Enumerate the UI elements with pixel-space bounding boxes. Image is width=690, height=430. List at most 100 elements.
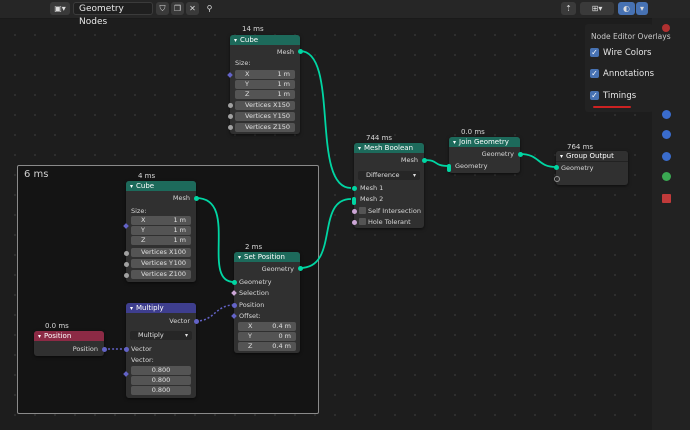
socket-input[interactable] (123, 272, 129, 278)
chevron-down-icon[interactable]: ▾ (38, 332, 41, 341)
output-label: Mesh (400, 156, 418, 164)
self-intersection-checkbox[interactable] (359, 207, 366, 214)
vertices-y-field[interactable]: Vertices Y 100 (131, 259, 191, 268)
chevron-down-icon[interactable]: ▾ (130, 182, 133, 191)
socket-input[interactable] (227, 113, 233, 119)
socket-input[interactable] (123, 250, 129, 256)
socket-input[interactable] (351, 208, 357, 214)
chevron-down-icon[interactable]: ▾ (453, 138, 456, 147)
field-value: 0.800 (151, 366, 171, 374)
vector-z-field[interactable]: 0.800 (131, 386, 191, 395)
node-header[interactable]: ▾ Mesh Boolean (354, 143, 424, 153)
input-label: Position (239, 301, 265, 309)
socket-input[interactable] (553, 175, 560, 182)
field-label: Vertices X (141, 248, 174, 256)
socket-input[interactable] (123, 261, 129, 267)
input-label: Mesh 1 (360, 184, 384, 192)
vertices-z-field[interactable]: Vertices Z 150 (235, 123, 295, 132)
socket-output[interactable] (297, 265, 303, 271)
size-label: Size: (131, 207, 147, 215)
vertices-x-field[interactable]: Vertices X 150 (235, 101, 295, 110)
node-header[interactable]: ▾ Group Output (556, 151, 628, 162)
vertices-z-field[interactable]: Vertices Z 100 (131, 270, 191, 279)
hole-tolerant-checkbox[interactable] (359, 218, 366, 225)
size-y-field[interactable]: Y 1 m (131, 226, 191, 235)
field-value: 0.800 (151, 376, 171, 384)
socket-output[interactable] (193, 195, 199, 201)
join-geometry-node[interactable]: ▾ Join Geometry Geometry Geometry (449, 137, 520, 173)
chevron-down-icon[interactable]: ▾ (238, 253, 241, 262)
socket-input[interactable] (553, 164, 559, 170)
socket-output[interactable] (101, 346, 107, 352)
socket-output[interactable] (421, 157, 427, 163)
set-position-node[interactable]: ▾ Set Position Geometry Geometry Selectio… (234, 252, 300, 353)
node-title: Multiply (136, 304, 164, 312)
operation-dropdown[interactable]: Difference ▾ (358, 171, 420, 180)
output-label: Mesh (276, 48, 294, 56)
node-timing: 2 ms (245, 243, 263, 251)
offset-y-field[interactable]: Y 0 m (238, 332, 296, 341)
socket-output[interactable] (297, 48, 303, 54)
socket-output[interactable] (517, 151, 523, 157)
node-header[interactable]: ▾ Cube (230, 35, 300, 45)
mesh-boolean-node[interactable]: ▾ Mesh Boolean Mesh Difference ▾ Mesh 1 Me… (354, 143, 424, 228)
node-title: Mesh Boolean (364, 144, 414, 152)
size-x-field[interactable]: X 1 m (131, 216, 191, 225)
field-label: Vertices Y (141, 259, 173, 267)
offset-x-field[interactable]: X 0.4 m (238, 322, 296, 331)
node-header[interactable]: ▾ Set Position (234, 252, 300, 262)
chevron-down-icon[interactable]: ▾ (560, 152, 563, 161)
socket-input[interactable] (351, 185, 357, 191)
link-join-output[interactable] (519, 153, 557, 168)
chevron-down-icon[interactable]: ▾ (130, 304, 133, 313)
socket-input[interactable] (231, 302, 237, 308)
node-header[interactable]: ▾ Join Geometry (449, 137, 520, 147)
field-value: 100 (173, 259, 186, 267)
vector-y-field[interactable]: 0.800 (131, 376, 191, 385)
socket-output[interactable] (193, 318, 199, 324)
socket-input[interactable] (227, 102, 233, 108)
vector-x-field[interactable]: 0.800 (131, 366, 191, 375)
link-boolean-join[interactable] (423, 159, 450, 167)
field-value: 1 m (277, 70, 290, 78)
multiply-node[interactable]: ▾ Multiply Vector Multiply ▾ Vector Vector… (126, 303, 196, 398)
field-label: Vertices X (245, 101, 278, 109)
link-cube-setpos[interactable] (195, 197, 235, 283)
field-label: Y (141, 226, 145, 234)
chevron-down-icon[interactable]: ▾ (234, 36, 237, 45)
output-label: Geometry (481, 150, 514, 158)
group-output-node[interactable]: ▾ Group Output Geometry (556, 151, 628, 185)
socket-input[interactable] (227, 124, 233, 130)
field-label: Y (248, 332, 252, 340)
node-header[interactable]: ▾ Position (34, 331, 104, 341)
node-timing: 0.0 ms (461, 128, 485, 136)
position-node[interactable]: ▾ Position Position (34, 331, 104, 356)
size-y-field[interactable]: Y 1 m (235, 80, 295, 89)
link-setpos-mesh2[interactable] (299, 198, 352, 269)
size-z-field[interactable]: Z 1 m (131, 236, 191, 245)
size-x-field[interactable]: X 1 m (235, 70, 295, 79)
vertices-x-field[interactable]: Vertices X 100 (131, 248, 191, 257)
socket-input[interactable] (351, 219, 357, 225)
link-multiply-setpos[interactable] (195, 304, 235, 322)
link-cube-mesh1[interactable] (299, 50, 352, 189)
size-z-field[interactable]: Z 1 m (235, 90, 295, 99)
node-header[interactable]: ▾ Cube (126, 181, 196, 191)
input-label: Geometry (239, 278, 272, 286)
socket-input[interactable] (123, 346, 129, 352)
input-label: Mesh 2 (360, 195, 384, 203)
offset-z-field[interactable]: Z 0.4 m (238, 342, 296, 351)
chevron-down-icon[interactable]: ▾ (358, 144, 361, 153)
vertices-y-field[interactable]: Vertices Y 150 (235, 112, 295, 121)
socket-input[interactable] (351, 196, 356, 205)
node-title: Cube (136, 182, 155, 190)
cube-node-frame[interactable]: ▾ Cube Mesh Size: X 1 m Y 1 m Z 1 m Vertices… (126, 181, 196, 282)
node-title: Position (44, 332, 72, 340)
socket-input[interactable] (446, 163, 451, 172)
operation-dropdown[interactable]: Multiply ▾ (130, 331, 192, 340)
socket-input[interactable] (231, 279, 237, 285)
field-label: Y (245, 80, 249, 88)
cube-node-top[interactable]: ▾ Cube Mesh Size: X 1 m Y 1 m Z 1 m Vertices… (230, 35, 300, 134)
field-value: 0 m (278, 332, 291, 340)
node-header[interactable]: ▾ Multiply (126, 303, 196, 313)
